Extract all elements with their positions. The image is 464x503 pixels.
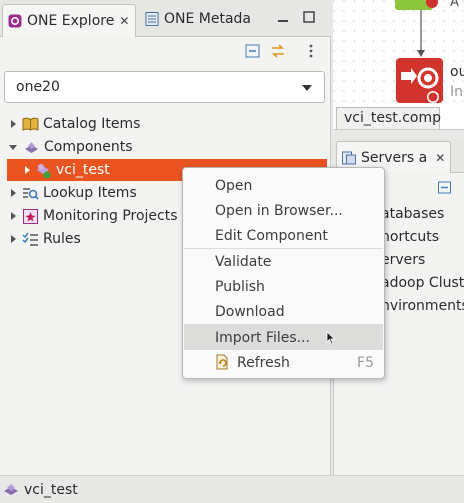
tab-label: ONE Metada [164,11,252,27]
menu-item-label: Refresh [237,354,290,371]
menu-item-publish[interactable]: Publish [184,274,383,299]
tree-item-label: Rules [43,231,81,247]
menu-item-download[interactable]: Download [184,299,383,324]
tab-vci-test-comp[interactable]: vci_test.comp [336,107,441,129]
one-explorer-icon [8,14,22,28]
link-with-editor-icon[interactable] [270,43,286,63]
server-item-shortcuts[interactable]: hortcuts [381,229,439,245]
expand-icon[interactable] [11,235,16,243]
collapse-icon[interactable] [9,144,17,150]
expand-icon[interactable] [11,189,16,197]
node-sublabel: In [450,84,464,100]
collapse-all-icon[interactable] [245,43,261,63]
collapse-all-icon[interactable] [438,181,452,199]
menu-item-validate[interactable]: Validate [184,249,383,274]
chevron-down-icon[interactable] [302,85,312,91]
menu-item-shortcut: F5 [357,354,374,371]
menu-item-refresh[interactable]: Refresh F5 [184,350,383,375]
tab-label: ONE Explore [27,13,115,29]
expand-icon[interactable] [11,120,16,128]
tab-label: vci_test.comp [344,110,441,126]
tree-item-lookup-items[interactable]: Lookup Items [11,182,137,204]
refresh-icon [215,354,229,374]
menu-item-label: Edit Component [215,227,328,244]
component-icon [35,162,52,179]
status-text: vci_test [24,481,78,498]
book-icon [22,116,39,133]
menu-item-edit-component[interactable]: Edit Component [184,223,383,248]
monitoring-icon [22,208,39,225]
server-item-environments[interactable]: nvironments [381,298,464,314]
tree-item-label: Monitoring Projects [43,208,178,224]
maximize-icon[interactable] [302,10,316,24]
menu-item-label: Validate [215,253,272,270]
tab-one-metadata[interactable]: ONE Metada [140,4,280,34]
server-item-servers[interactable]: ervers [381,252,425,268]
tab-one-explorer[interactable]: ONE Explore ✕ [2,4,136,37]
components-icon [23,139,40,156]
menu-item-open[interactable]: Open [184,173,383,198]
tree-item-monitoring-projects[interactable]: Monitoring Projects [11,205,178,227]
menu-item-label: Open in Browser... [215,202,343,219]
tree-item-label: vci_test [56,162,110,178]
menu-item-import-files[interactable]: Import Files... [184,325,383,350]
tree-item-rules[interactable]: Rules [11,228,81,250]
tree-item-label: Components [44,139,133,155]
menu-item-label: Download [215,303,285,320]
metadata-icon [145,12,159,26]
explorer-toolbar [0,38,331,64]
lookup-icon [22,185,39,202]
expand-icon[interactable] [11,212,16,220]
expand-icon[interactable] [25,166,30,174]
tree-item-label: Lookup Items [43,185,137,201]
server-item-hadoop-clusters[interactable]: adoop Clust [381,275,464,291]
server-item-databases[interactable]: atabases [381,206,444,222]
node-label-top: A [450,0,459,10]
menu-item-label: Open [215,177,253,194]
tab-label: Servers a [361,149,428,166]
server-combo[interactable]: one20 [4,71,325,103]
tree-item-label: Catalog Items [43,116,141,132]
mouse-cursor-icon [326,331,336,349]
status-bar: vci_test [0,475,464,503]
tree-item-components[interactable]: Components [9,136,133,158]
node-label: ou [450,64,464,80]
servers-icon [342,151,356,165]
rules-icon [22,231,39,248]
component-icon [3,481,20,498]
left-tab-bar: ONE Explore ✕ ONE Metada [0,0,331,37]
combo-value: one20 [16,79,60,95]
view-menu-icon[interactable] [307,43,315,63]
menu-item-open-in-browser[interactable]: Open in Browser... [184,198,383,223]
minimize-icon[interactable] [276,10,290,24]
close-icon[interactable]: ✕ [119,14,129,28]
tree-item-catalog-items[interactable]: Catalog Items [11,113,140,135]
menu-item-label: Publish [215,278,265,295]
context-menu: Open Open in Browser... Edit Component V… [182,167,385,379]
menu-item-label: Import Files... [215,329,310,346]
close-icon[interactable]: ✕ [435,151,445,165]
